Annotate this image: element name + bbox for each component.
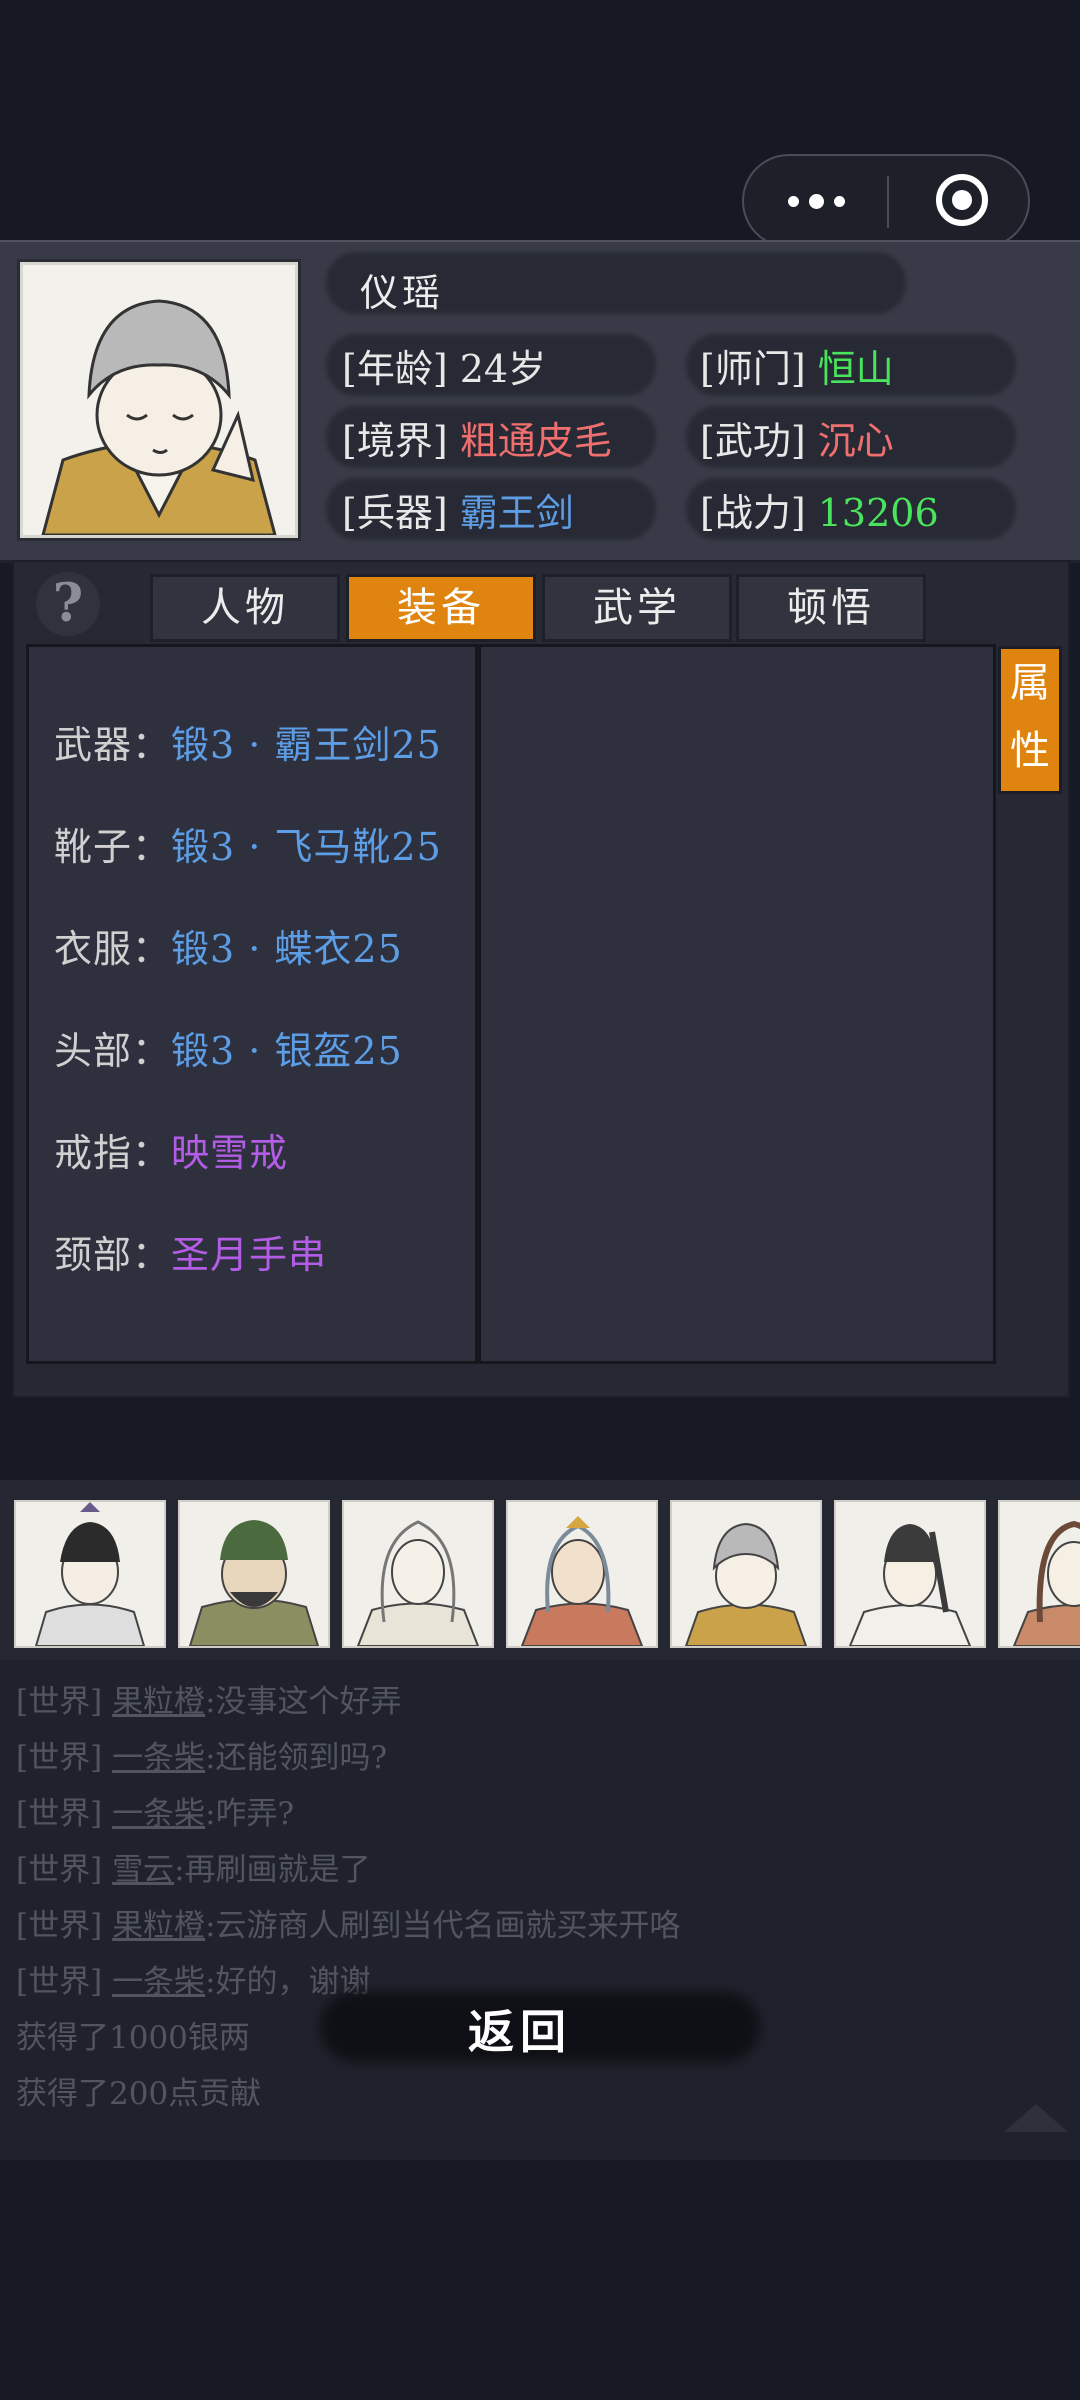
hero-avatar bbox=[188, 1520, 320, 1646]
slot-label: 颈部： bbox=[54, 1233, 172, 1277]
age-value: 24岁 bbox=[459, 347, 547, 391]
chat-line: [世界] 一条柴:好的，谢谢 bbox=[16, 1956, 371, 2001]
reward-line: 获得了200点贡献 bbox=[16, 2076, 262, 2112]
slot-item: 圣月手串 bbox=[171, 1233, 328, 1277]
chat-channel: [世界] bbox=[16, 1964, 103, 2000]
attributes-button[interactable]: 属 性 bbox=[998, 646, 1062, 794]
hero-name: 仪瑶 bbox=[360, 271, 445, 315]
nun-portrait-image bbox=[23, 265, 295, 535]
chat-message: :再刷画就是了 bbox=[174, 1852, 371, 1888]
hero-avatar bbox=[34, 1502, 146, 1646]
chat-line: [世界] 一条柴:还能领到吗? bbox=[16, 1732, 387, 1777]
chat-user[interactable]: 一条柴 bbox=[112, 1964, 205, 2000]
equip-slot-neck[interactable]: 颈部：圣月手串 bbox=[54, 1224, 327, 1279]
hero-portrait[interactable] bbox=[20, 262, 298, 538]
chat-line: [世界] 雪云:再刷画就是了 bbox=[16, 1844, 371, 1889]
tab-character[interactable]: 人物 bbox=[150, 574, 340, 642]
chat-line: [世界] 果粒橙:没事这个好弄 bbox=[16, 1676, 402, 1721]
power-row: [战力] 13206 bbox=[700, 482, 939, 537]
slot-item: 锻3 · 霸王剑25 bbox=[171, 723, 442, 767]
roster-card[interactable] bbox=[506, 1500, 658, 1648]
power-label: [战力] bbox=[700, 491, 806, 535]
chat-line: [世界] 果粒橙:云游商人刷到当代名画就买来开咯 bbox=[16, 1900, 681, 1945]
hero-avatar bbox=[848, 1524, 972, 1646]
realm-label: [境界] bbox=[342, 419, 448, 463]
chat-user[interactable]: 雪云 bbox=[112, 1852, 174, 1888]
slot-label: 头部： bbox=[54, 1029, 172, 1073]
tab-enlightenment[interactable]: 顿悟 bbox=[736, 574, 926, 642]
weapon-row: [兵器] 霸王剑 bbox=[342, 482, 574, 537]
roster-card[interactable] bbox=[998, 1500, 1080, 1648]
equip-slot-clothes[interactable]: 衣服：锻3 · 蝶衣25 bbox=[54, 918, 403, 973]
chat-message: :没事这个好弄 bbox=[205, 1684, 402, 1720]
slot-item: 锻3 · 飞马靴25 bbox=[171, 825, 442, 869]
chat-user[interactable]: 一条柴 bbox=[112, 1740, 205, 1776]
sect-value: 恒山 bbox=[817, 347, 894, 391]
roster-card[interactable] bbox=[342, 1500, 494, 1648]
attributes-label-2: 性 bbox=[1010, 728, 1050, 774]
roster-card[interactable] bbox=[834, 1500, 986, 1648]
chat-message: :咋弄? bbox=[205, 1796, 295, 1832]
roster-card[interactable] bbox=[14, 1500, 166, 1648]
chat-channel: [世界] bbox=[16, 1852, 103, 1888]
weapon-value: 霸王剑 bbox=[459, 491, 574, 535]
slot-label: 靴子： bbox=[54, 825, 172, 869]
slot-item: 映雪戒 bbox=[171, 1131, 289, 1175]
close-target-icon[interactable] bbox=[936, 174, 988, 226]
hero-avatar bbox=[684, 1522, 808, 1646]
equip-slot-weapon[interactable]: 武器：锻3 · 霸王剑25 bbox=[54, 714, 442, 769]
slot-label: 戒指： bbox=[54, 1131, 172, 1175]
equip-slot-ring[interactable]: 戒指：映雪戒 bbox=[54, 1122, 288, 1177]
chat-channel: [世界] bbox=[16, 1796, 103, 1832]
equip-slot-head[interactable]: 头部：锻3 · 银盔25 bbox=[54, 1020, 403, 1075]
realm-value: 粗通皮毛 bbox=[459, 419, 612, 463]
hero-avatar bbox=[1012, 1520, 1080, 1646]
chat-channel: [世界] bbox=[16, 1684, 103, 1720]
slot-label: 武器： bbox=[54, 723, 172, 767]
age-label: [年龄] bbox=[342, 347, 448, 391]
slot-item: 锻3 · 银盔25 bbox=[171, 1029, 403, 1073]
hero-avatar bbox=[520, 1516, 644, 1646]
roster-card[interactable] bbox=[670, 1500, 822, 1648]
sect-label: [师门] bbox=[700, 347, 806, 391]
chat-message: :还能领到吗? bbox=[205, 1740, 388, 1776]
skill-label: [武功] bbox=[700, 419, 806, 463]
bottom-area bbox=[0, 2160, 1080, 2400]
hero-roster bbox=[0, 1480, 1080, 1660]
chat-line: [世界] 一条柴:咋弄? bbox=[16, 1788, 294, 1833]
chat-user[interactable]: 一条柴 bbox=[112, 1796, 205, 1832]
scroll-up-icon[interactable] bbox=[1004, 2104, 1068, 2132]
age-row: [年龄] 24岁 bbox=[342, 338, 546, 393]
slot-item: 锻3 · 蝶衣25 bbox=[171, 927, 403, 971]
power-value: 13206 bbox=[817, 491, 939, 535]
chat-user[interactable]: 果粒橙 bbox=[112, 1908, 205, 1944]
chat-message: :云游商人刷到当代名画就买来开咯 bbox=[205, 1908, 681, 1944]
hero-avatar bbox=[356, 1520, 480, 1646]
help-icon[interactable]: ? bbox=[36, 572, 100, 636]
skill-row: [武功] 沉心 bbox=[700, 410, 894, 465]
slot-label: 衣服： bbox=[54, 927, 172, 971]
skill-value: 沉心 bbox=[817, 419, 894, 463]
chat-channel: [世界] bbox=[16, 1740, 103, 1776]
tab-equipment[interactable]: 装备 bbox=[346, 574, 536, 642]
realm-row: [境界] 粗通皮毛 bbox=[342, 410, 612, 465]
attributes-label-1: 属 bbox=[1010, 660, 1050, 706]
capsule-divider bbox=[887, 176, 889, 228]
weapon-label: [兵器] bbox=[342, 491, 448, 535]
tab-martial-arts[interactable]: 武学 bbox=[542, 574, 732, 642]
equipment-detail bbox=[478, 644, 996, 1364]
equip-slot-boots[interactable]: 靴子：锻3 · 飞马靴25 bbox=[54, 816, 442, 871]
miniprogram-capsule bbox=[742, 154, 1030, 248]
more-icon[interactable] bbox=[744, 156, 888, 246]
chat-user[interactable]: 果粒橙 bbox=[112, 1684, 205, 1720]
roster-card[interactable] bbox=[178, 1500, 330, 1648]
back-button[interactable]: 返回 bbox=[0, 1996, 1040, 2062]
chat-channel: [世界] bbox=[16, 1908, 103, 1944]
sect-row: [师门] 恒山 bbox=[700, 338, 894, 393]
